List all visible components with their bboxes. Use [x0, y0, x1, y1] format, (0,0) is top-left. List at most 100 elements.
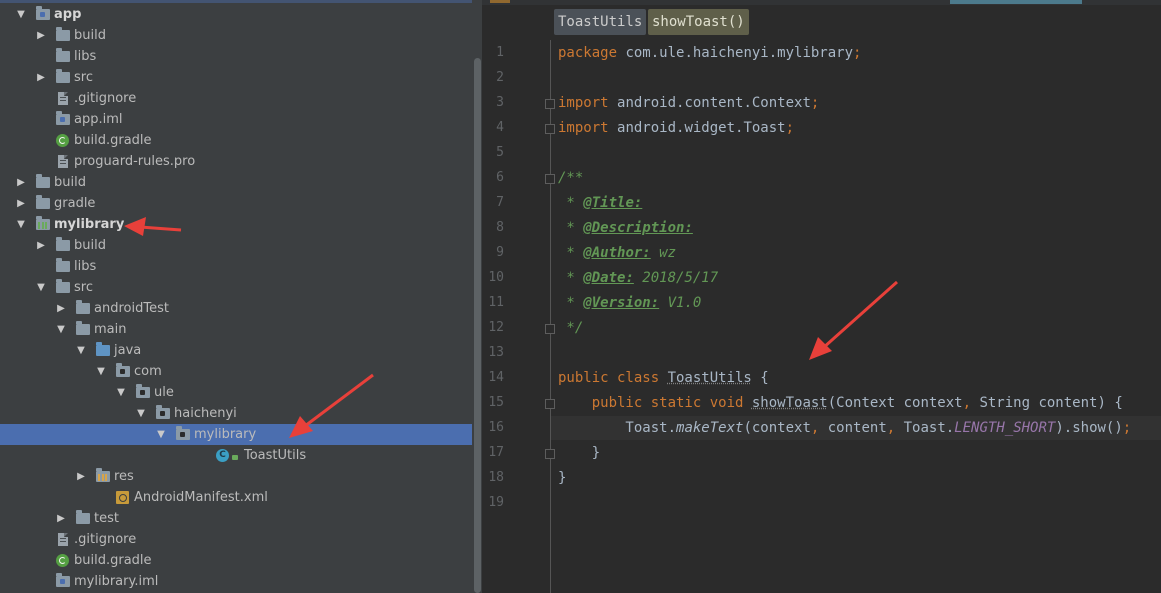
tree-item-label: app [54, 7, 82, 22]
tree-row-androidtest[interactable]: ▶ androidTest [0, 298, 472, 319]
code-line[interactable]: package com.ule.haichenyi.mylibrary; [558, 41, 861, 65]
line-number: 4 [496, 120, 504, 135]
code-line[interactable]: Toast.makeText(context, content, Toast.L… [558, 416, 1131, 440]
code-line[interactable]: * @Date: 2018/5/17 [558, 266, 718, 290]
fold-marker-icon[interactable] [545, 174, 555, 184]
code-line[interactable]: import android.content.Context; [558, 91, 819, 115]
code-token: * [558, 195, 584, 211]
tree-row-com[interactable]: ▼ com [0, 361, 472, 382]
expand-arrow-icon[interactable]: ▶ [74, 466, 88, 487]
code-token: @Version: [583, 295, 660, 311]
folder-icon [76, 300, 90, 315]
tree-row-mylibrary[interactable]: ▼ mylibrary [0, 214, 472, 235]
tree-row-test[interactable]: ▶ test [0, 508, 472, 529]
code-token: 2018/5/17 [633, 270, 719, 286]
fold-marker-icon[interactable] [545, 399, 555, 409]
tree-row-src[interactable]: ▶ src [0, 67, 472, 88]
code-token: public static void [591, 395, 752, 411]
code-token: showToast [751, 395, 828, 411]
tree-row-build[interactable]: ▶ build [0, 25, 472, 46]
tree-row-gitignore[interactable]: .gitignore [0, 529, 472, 550]
tree-row-proguard-rules-pro[interactable]: proguard-rules.pro [0, 151, 472, 172]
fold-marker-icon[interactable] [545, 99, 555, 109]
fold-marker-icon[interactable] [545, 324, 555, 334]
expand-arrow-icon[interactable]: ▶ [34, 67, 48, 88]
code-line[interactable]: * @Title: [558, 191, 642, 215]
tree-row-build-gradle[interactable]: build.gradle [0, 550, 472, 571]
expand-arrow-icon[interactable]: ▶ [14, 172, 28, 193]
expand-arrow-icon[interactable]: ▶ [54, 298, 68, 319]
fold-marker-icon[interactable] [545, 449, 555, 459]
tree-row-haichenyi[interactable]: ▼ haichenyi [0, 403, 472, 424]
code-line[interactable]: /** [558, 166, 583, 190]
code-line[interactable]: } [558, 466, 566, 490]
tree-row-main[interactable]: ▼ main [0, 319, 472, 340]
code-line[interactable]: public static void showToast(Context con… [558, 391, 1123, 415]
code-line[interactable]: import android.widget.Toast; [558, 116, 794, 140]
tree-row-app-iml[interactable]: app.iml [0, 109, 472, 130]
code-editor[interactable]: ToastUtils showToast() 1 package com.ule.… [482, 0, 1161, 593]
code-line[interactable]: * @Version: V1.0 [558, 291, 701, 315]
tree-row-toastutils[interactable]: C ToastUtils [0, 445, 472, 466]
tree-item-label: mylibrary [194, 427, 257, 442]
code-token: * [558, 220, 584, 236]
tree-row-build[interactable]: ▶ build [0, 235, 472, 256]
collapse-arrow-icon[interactable]: ▼ [154, 424, 168, 445]
source-folder-icon [96, 342, 110, 357]
expand-arrow-icon[interactable]: ▶ [14, 193, 28, 214]
tree-row-mylibrary-iml[interactable]: mylibrary.iml [0, 571, 472, 592]
code-token: V1.0 [659, 295, 702, 311]
breadcrumb-class[interactable]: ToastUtils [554, 9, 647, 35]
tree-row-build-gradle[interactable]: build.gradle [0, 130, 472, 151]
package-icon [136, 384, 150, 399]
code-line[interactable]: * @Author: wz [558, 241, 676, 265]
expand-arrow-icon[interactable]: ▶ [54, 508, 68, 529]
collapse-arrow-icon[interactable]: ▼ [114, 382, 128, 403]
panel-top-strip [0, 0, 472, 3]
tree-item-label: src [74, 70, 93, 85]
tree-row-java[interactable]: ▼ java [0, 340, 472, 361]
collapse-arrow-icon[interactable]: ▼ [54, 319, 68, 340]
tree-scrollbar[interactable] [472, 0, 482, 593]
collapse-arrow-icon[interactable]: ▼ [14, 4, 28, 25]
tree-row-src[interactable]: ▼ src [0, 277, 472, 298]
expand-arrow-icon[interactable]: ▶ [34, 25, 48, 46]
tree-row-build[interactable]: ▶ build [0, 172, 472, 193]
scrollbar-thumb[interactable] [474, 58, 481, 593]
line-number: 18 [488, 470, 504, 485]
tree-row-gradle[interactable]: ▶ gradle [0, 193, 472, 214]
folder-icon [56, 258, 70, 273]
code-token: com.ule.haichenyi.mylibrary [625, 45, 854, 61]
code-line[interactable]: */ [558, 316, 583, 340]
tree-item-label: build.gradle [74, 133, 152, 148]
line-number: 3 [496, 95, 504, 110]
line-number: 1 [496, 45, 504, 60]
tree-row-ule[interactable]: ▼ ule [0, 382, 472, 403]
code-token: } [558, 470, 567, 486]
iml-file-icon [56, 573, 70, 588]
tree-row-res[interactable]: ▶ res [0, 466, 472, 487]
tree-row-app[interactable]: ▼ app [0, 4, 472, 25]
breadcrumb-method[interactable]: showToast() [648, 9, 749, 35]
code-line[interactable]: } [558, 441, 600, 465]
code-token: } [558, 445, 601, 461]
code-line[interactable]: * @Description: [558, 216, 692, 240]
gradle-icon [56, 134, 70, 147]
code-token: package [558, 45, 626, 61]
collapse-arrow-icon[interactable]: ▼ [74, 340, 88, 361]
collapse-arrow-icon[interactable]: ▼ [14, 214, 28, 235]
class-icon: C [216, 449, 230, 462]
tree-row-libs[interactable]: libs [0, 256, 472, 277]
expand-arrow-icon[interactable]: ▶ [34, 235, 48, 256]
tree-row-androidmanifest-xml[interactable]: AndroidManifest.xml [0, 487, 472, 508]
tree-row-mylibrary[interactable]: ▼ mylibrary [0, 424, 472, 445]
collapse-arrow-icon[interactable]: ▼ [94, 361, 108, 382]
fold-marker-icon[interactable] [545, 124, 555, 134]
collapse-arrow-icon[interactable]: ▼ [134, 403, 148, 424]
code-token: /** [558, 170, 584, 186]
lock-open-icon [232, 452, 240, 460]
tree-row-gitignore[interactable]: .gitignore [0, 88, 472, 109]
tree-row-libs[interactable]: libs [0, 46, 472, 67]
code-line[interactable]: public class ToastUtils { [558, 366, 769, 390]
collapse-arrow-icon[interactable]: ▼ [34, 277, 48, 298]
